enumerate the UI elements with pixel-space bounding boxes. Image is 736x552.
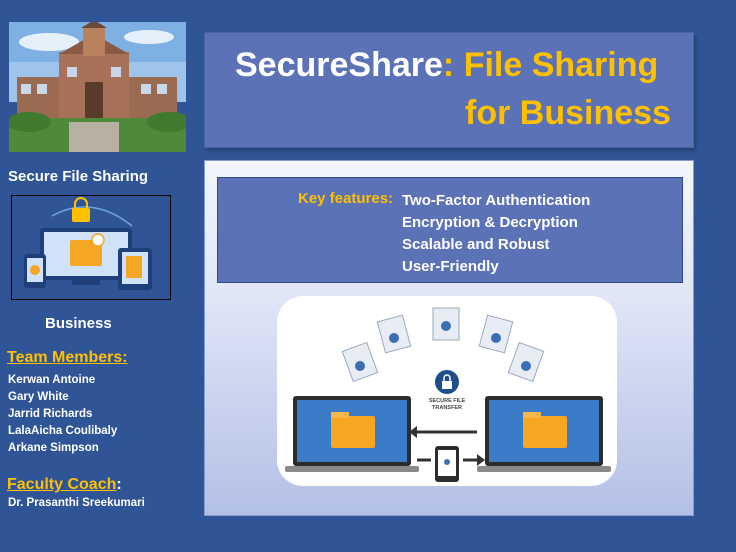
key-features-box: Key features: Two-Factor Authentication … (217, 177, 683, 283)
lock-icon (72, 208, 90, 222)
svg-text:TRANSFER: TRANSFER (432, 405, 462, 411)
secure-transfer-diagram: SECURE FILE TRANSFER (277, 296, 617, 486)
title-box: SecureShare: File Sharing for Business (204, 32, 694, 148)
team-member: Gary White (8, 391, 69, 403)
faculty-coach-title: Faculty Coach: (7, 476, 122, 494)
page-title: SecureShare: File Sharing (235, 46, 658, 85)
feature-item: Encryption & Decryption (402, 214, 578, 231)
campus-photo (9, 22, 186, 152)
team-member: LalaAicha Coulibaly (8, 425, 118, 437)
laptop-left-icon (285, 396, 419, 472)
business-caption: Business (45, 315, 112, 332)
laptop-right-icon (477, 396, 611, 472)
key-features-label: Key features: (298, 190, 394, 207)
team-member: Jarrid Richards (8, 408, 93, 420)
title-highlight: File Sharing (463, 46, 659, 84)
faculty-coach-name: Dr. Prasanthi Sreekumari (8, 497, 145, 509)
phone-icon (435, 446, 459, 482)
page-title-line2: for Business (465, 94, 671, 132)
team-members-title: Team Members: (7, 349, 128, 366)
key-features-list: Two-Factor Authentication Encryption & D… (402, 190, 590, 278)
secure-transfer-caption: SECURE FILE (429, 398, 466, 404)
devices-illustration (11, 195, 171, 300)
team-member: Arkane Simpson (8, 442, 99, 454)
content-panel: Key features: Two-Factor Authentication … (204, 160, 694, 516)
faculty-coach-colon: : (116, 476, 122, 493)
title-colon: : (442, 46, 464, 84)
feature-item: Scalable and Robust (402, 236, 550, 253)
left-heading: Secure File Sharing (8, 168, 149, 185)
title-brand: SecureShare (235, 46, 443, 84)
document-icon (341, 307, 545, 383)
feature-item: Two-Factor Authentication (402, 192, 591, 209)
faculty-coach-label: Faculty Coach (7, 476, 117, 493)
team-members-list: Kerwan Antoine Gary White Jarrid Richard… (8, 372, 117, 457)
feature-item: User-Friendly (402, 258, 499, 275)
team-member: Kerwan Antoine (8, 374, 96, 386)
